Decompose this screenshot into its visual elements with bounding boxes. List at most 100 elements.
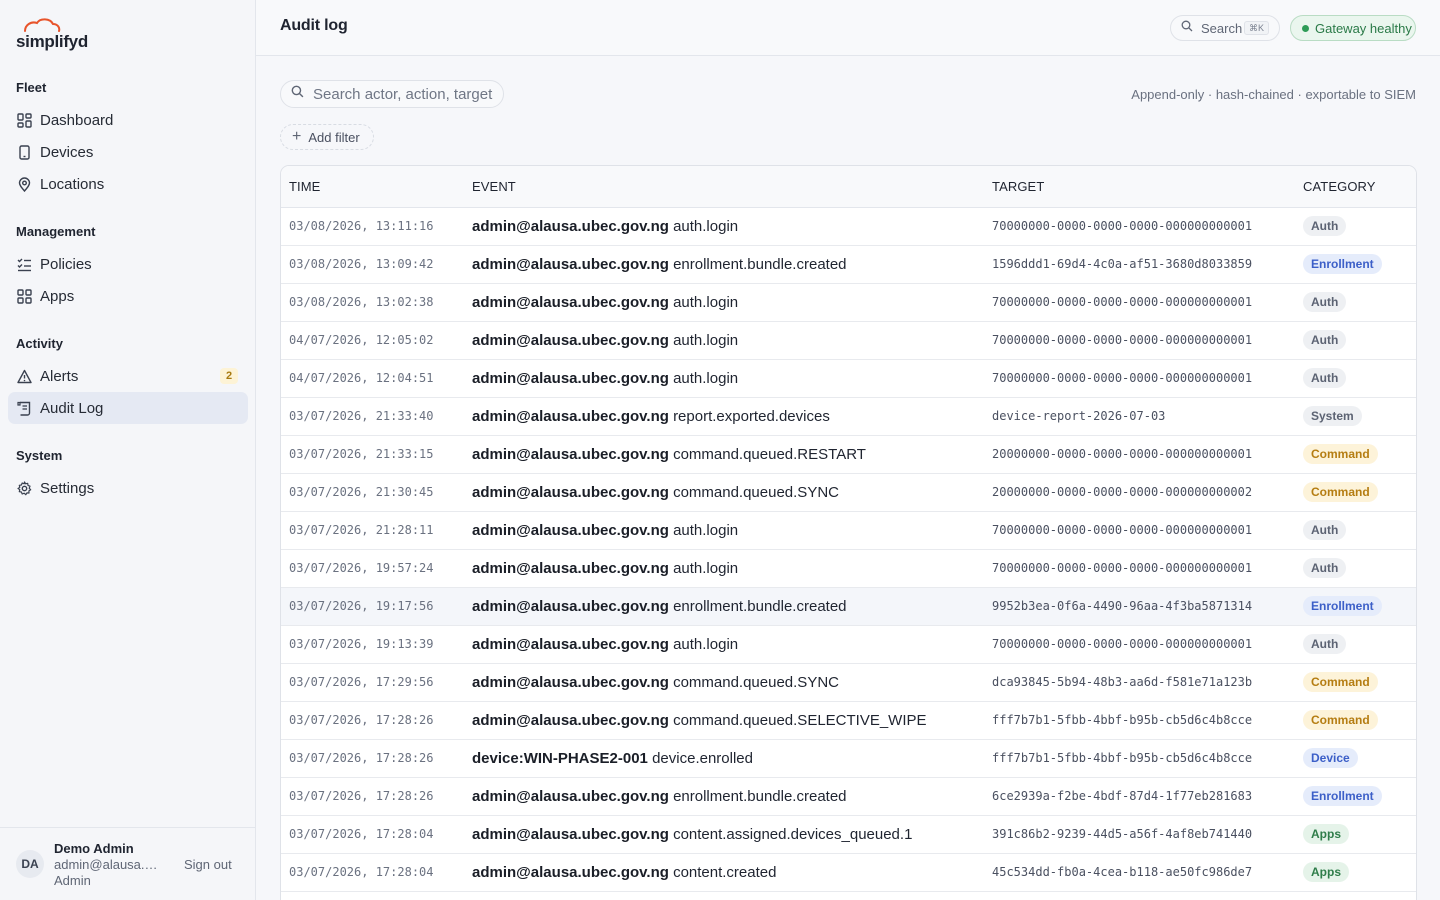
table-row[interactable]: 03/07/2026, 17:28:26 device:WIN-PHASE2-00… <box>281 739 1416 777</box>
table-row[interactable]: 04/07/2026, 12:05:02 admin@alausa.ubec.go… <box>281 321 1416 359</box>
event-actor: device:WIN-PHASE2-001 <box>472 749 648 767</box>
sidebar-item-alerts[interactable]: Alerts 2 <box>8 360 248 392</box>
event-actor: admin@alausa.ubec.gov.ng <box>472 673 669 691</box>
table-row[interactable]: 03/07/2026, 17:28:26 admin@alausa.ubec.go… <box>281 777 1416 815</box>
event-cell: admin@alausa.ubec.gov.ng command.queued.… <box>472 663 992 701</box>
sidebar-item-label: Audit Log <box>40 399 104 417</box>
sidebar-item-locations[interactable]: Locations <box>8 168 248 200</box>
audit-integrity-note: Append-only · hash-chained · exportable … <box>1131 87 1416 102</box>
event-actor: admin@alausa.ubec.gov.ng <box>472 293 669 311</box>
event-action: auth.login <box>673 635 739 653</box>
column-header-event[interactable]: EVENT <box>472 166 992 208</box>
event-action: report.exported.devices <box>673 407 830 425</box>
event-time: 03/07/2026, 17:28:26 <box>289 751 434 765</box>
event-actor: admin@alausa.ubec.gov.ng <box>472 255 669 273</box>
sidebar-item-label: Dashboard <box>40 111 114 129</box>
event-action: content.assigned.devices_queued.1 <box>673 825 913 843</box>
event-cell: admin@alausa.ubec.gov.ng command.queued.… <box>472 473 992 511</box>
table-row[interactable]: 03/07/2026, 17:28:26 admin@alausa.ubec.go… <box>281 701 1416 739</box>
sidebar-item-label: Apps <box>40 287 75 305</box>
event-time: 03/07/2026, 17:28:26 <box>289 789 434 803</box>
event-action: auth.login <box>673 369 739 387</box>
category-badge: Command <box>1303 444 1378 464</box>
event-action: command.queued.RESTART <box>673 445 866 463</box>
audit-search-field[interactable] <box>280 80 504 108</box>
table-row[interactable]: 03/07/2026, 21:30:45 admin@alausa.ubec.go… <box>281 473 1416 511</box>
table-row[interactable]: 03/07/2026, 21:33:40 admin@alausa.ubec.go… <box>281 397 1416 435</box>
table-row[interactable]: 03/07/2026, 17:29:56 admin@alausa.ubec.go… <box>281 663 1416 701</box>
category-badge: Apps <box>1303 824 1349 844</box>
sidebar-item-label: Alerts <box>40 367 79 385</box>
table-row[interactable]: 03/07/2026, 17:28:04 admin@alausa.ubec.go… <box>281 815 1416 853</box>
category-badge: Auth <box>1303 368 1347 388</box>
sidebar-item-devices[interactable]: Devices <box>8 136 248 168</box>
event-actor: admin@alausa.ubec.gov.ng <box>472 559 669 577</box>
search-icon <box>1181 19 1193 37</box>
category-cell: System <box>1303 397 1416 435</box>
table-row[interactable]: 03/07/2026, 19:13:39 admin@alausa.ubec.go… <box>281 625 1416 663</box>
event-action: enrollment.bundle.created <box>673 787 847 805</box>
table-row[interactable]: 03/08/2026, 13:09:42 admin@alausa.ubec.go… <box>281 245 1416 283</box>
table-row[interactable]: 03/07/2026, 19:57:24 admin@alausa.ubec.go… <box>281 549 1416 587</box>
table-row[interactable]: 04/07/2026, 12:04:51 admin@alausa.ubec.go… <box>281 359 1416 397</box>
category-badge: Command <box>1303 710 1378 730</box>
alerts-count-badge: 2 <box>220 368 238 384</box>
nav-heading: System <box>16 448 63 463</box>
event-cell: admin@alausa.ubec.gov.ng report.exported… <box>472 397 992 435</box>
event-action: command.queued.SYNC <box>673 673 839 691</box>
category-cell: Auth <box>1303 207 1416 245</box>
event-actor: admin@alausa.ubec.gov.ng <box>472 369 669 387</box>
table-row[interactable]: 03/08/2026, 13:02:38 admin@alausa.ubec.go… <box>281 283 1416 321</box>
category-cell: Auth <box>1303 283 1416 321</box>
event-target: 70000000-0000-0000-0000-000000000001 <box>992 637 1253 651</box>
plus-icon: + <box>292 128 302 145</box>
location-pin-icon <box>16 176 32 192</box>
gateway-status-badge: Gateway healthy <box>1290 15 1416 41</box>
event-cell: admin@alausa.ubec.gov.ng enrollment.bund… <box>472 587 992 625</box>
sidebar-item-audit-log[interactable]: Audit Log <box>8 392 248 424</box>
column-header-target[interactable]: TARGET <box>992 166 1303 208</box>
event-cell: admin@alausa.ubec.gov.ng content.assigne… <box>472 815 992 853</box>
category-cell: Command <box>1303 701 1416 739</box>
sidebar-item-apps[interactable]: Apps <box>8 280 248 312</box>
page-title: Audit log <box>280 17 348 34</box>
category-cell: Apps <box>1303 853 1416 891</box>
table-row[interactable] <box>281 891 1416 900</box>
brand-logo[interactable]: simplifyd <box>16 18 88 50</box>
sidebar-item-settings[interactable]: Settings <box>8 472 248 504</box>
add-filter-button[interactable]: + Add filter <box>280 124 374 150</box>
event-target: 70000000-0000-0000-0000-000000000001 <box>992 333 1253 347</box>
category-badge: Command <box>1303 672 1378 692</box>
table-row[interactable]: 03/07/2026, 21:33:15 admin@alausa.ubec.go… <box>281 435 1416 473</box>
table-row[interactable]: 03/08/2026, 13:11:16 admin@alausa.ubec.go… <box>281 207 1416 245</box>
category-badge: Enrollment <box>1303 786 1382 806</box>
sidebar-item-policies[interactable]: Policies <box>8 248 248 280</box>
event-actor: admin@alausa.ubec.gov.ng <box>472 407 669 425</box>
table-row[interactable]: 03/07/2026, 19:17:56 admin@alausa.ubec.go… <box>281 587 1416 625</box>
user-name: Demo Admin <box>54 841 134 856</box>
audit-search-input[interactable] <box>313 85 493 103</box>
category-cell: Command <box>1303 435 1416 473</box>
global-search-button[interactable]: Search ⌘K <box>1170 15 1280 41</box>
gear-icon <box>16 480 32 496</box>
event-target: 70000000-0000-0000-0000-000000000001 <box>992 523 1253 537</box>
event-time: 04/07/2026, 12:04:51 <box>289 371 434 385</box>
column-header-time[interactable]: TIME <box>281 166 472 208</box>
dashboard-icon <box>16 112 32 128</box>
event-cell: device:WIN-PHASE2-001 device.enrolled <box>472 739 992 777</box>
table-row[interactable]: 03/07/2026, 17:28:04 admin@alausa.ubec.go… <box>281 853 1416 891</box>
sign-out-button[interactable]: Sign out <box>184 857 232 872</box>
event-action: command.queued.SYNC <box>673 483 839 501</box>
event-target: 6ce2939a-f2be-4bdf-87d4-1f77eb281683 <box>992 789 1253 803</box>
category-cell: Command <box>1303 663 1416 701</box>
event-target: dca93845-5b94-48b3-aa6d-f581e71a123b <box>992 675 1253 689</box>
event-time <box>281 891 472 900</box>
category-badge: Enrollment <box>1303 596 1382 616</box>
event-target: fff7b7b1-5fbb-4bbf-b95b-cb5d6c4b8cce <box>992 713 1253 727</box>
column-header-category[interactable]: CATEGORY <box>1303 166 1416 208</box>
status-dot-icon <box>1302 24 1309 32</box>
table-row[interactable]: 03/07/2026, 21:28:11 admin@alausa.ubec.go… <box>281 511 1416 549</box>
cloud-logo-icon <box>24 18 61 32</box>
sidebar-item-dashboard[interactable]: Dashboard <box>8 104 248 136</box>
event-time: 03/07/2026, 17:28:04 <box>289 865 434 879</box>
